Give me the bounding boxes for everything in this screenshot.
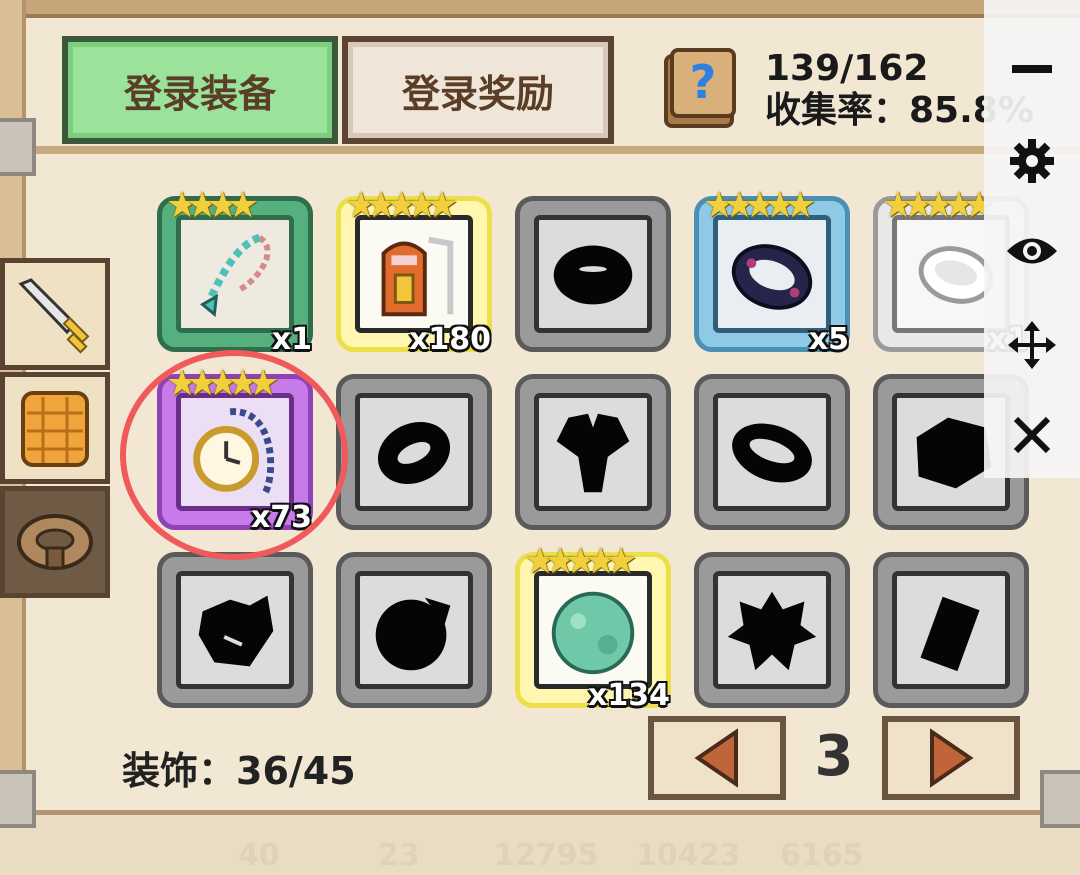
equipment-slot-1[interactable]: ★ ★ ★ ★ x1 (157, 185, 313, 357)
side-tab-accessory[interactable] (0, 486, 110, 598)
star-rating: ★ ★ ★ ★ ★ (882, 185, 996, 226)
sword-icon (18, 278, 90, 354)
svg-text:?: ? (690, 55, 717, 109)
arrow-left-icon (694, 728, 738, 788)
move-arrows-icon (1008, 321, 1056, 369)
visibility-button[interactable] (984, 216, 1080, 286)
decoration-count: 装饰：36/45 (122, 749, 356, 793)
frame-bolt (1040, 770, 1080, 828)
arrow-right-icon (930, 728, 974, 788)
equipment-slot-3[interactable] (515, 196, 671, 352)
chest-icon (381, 236, 454, 317)
move-button[interactable] (984, 310, 1080, 380)
item-count: x180 (409, 322, 491, 357)
necklace-icon (200, 233, 271, 318)
side-tab-armor[interactable] (0, 372, 110, 484)
floating-toolbar (984, 0, 1080, 478)
armor-icon (21, 391, 89, 467)
item-count: x134 (588, 678, 670, 713)
faint-stat: 12795 (494, 838, 599, 873)
page-number: 3 (814, 724, 854, 789)
equipment-slot-7[interactable] (336, 374, 492, 530)
unknown-item-silhouette (198, 595, 274, 667)
minimize-button[interactable] (984, 34, 1080, 104)
collection-screen: { "tabs": { "equip_label": "登录装备", "rewa… (0, 0, 1080, 875)
next-page-button[interactable] (882, 716, 1020, 800)
equipment-slot-13[interactable]: ★ ★ ★ ★ ★ x134 (515, 541, 671, 713)
tab-login-rewards[interactable]: 登录奖励 (342, 36, 614, 144)
star-rating: ★ ★ ★ ★ ★ (524, 541, 638, 582)
unknown-item-silhouette (556, 413, 630, 493)
top-frame (0, 0, 1080, 18)
settings-button[interactable] (984, 126, 1080, 196)
equipment-slot-2[interactable]: ★ ★ ★ ★ ★ x180 (336, 185, 492, 357)
frame-bolt (0, 770, 36, 828)
star-rating: ★ ★ ★ ★ ★ (703, 185, 817, 226)
eye-icon (1007, 238, 1057, 264)
star-rating: ★ ★ ★ ★ ★ (345, 185, 459, 226)
accessory-ring-icon (17, 514, 93, 570)
faint-stat: 23 (378, 838, 420, 873)
equipment-slot-15[interactable] (873, 552, 1029, 708)
item-count: x5 (808, 322, 849, 357)
header-divider (22, 146, 1080, 154)
close-icon (1013, 416, 1051, 454)
star-rating: ★ ★ ★ ★ (166, 185, 260, 226)
equipment-slot-4[interactable]: ★ ★ ★ ★ ★ x5 (694, 185, 850, 357)
item-count: x1 (271, 322, 312, 357)
dark-ring-icon (731, 244, 813, 310)
faint-stat: 6165 (780, 838, 864, 873)
frame-bolt (0, 118, 36, 176)
minus-icon (1012, 65, 1052, 73)
tab-login-equipment[interactable]: 登录装备 (62, 36, 338, 144)
equipment-slot-8[interactable] (515, 374, 671, 530)
green-orb-icon (551, 591, 635, 675)
equipment-slot-12[interactable] (336, 552, 492, 708)
gear-icon (1010, 139, 1054, 183)
unknown-item-silhouette (732, 423, 812, 483)
unknown-item-silhouette (377, 421, 451, 484)
unknown-item-silhouette (920, 596, 980, 672)
highlight-circle (120, 350, 348, 560)
equipment-slot-11[interactable] (157, 552, 313, 708)
prev-page-button[interactable] (648, 716, 786, 800)
collection-book-icon[interactable]: ? (660, 46, 740, 130)
unknown-item-silhouette (727, 591, 817, 671)
faint-stat: 10423 (636, 838, 741, 873)
equipment-slot-9[interactable] (694, 374, 850, 530)
close-button[interactable] (984, 400, 1080, 470)
faint-stat: 40 (238, 838, 280, 873)
side-tab-weapon[interactable] (0, 258, 110, 370)
unknown-item-silhouette (553, 245, 633, 305)
unknown-item-silhouette (375, 597, 451, 671)
equipment-slot-14[interactable] (694, 552, 850, 708)
